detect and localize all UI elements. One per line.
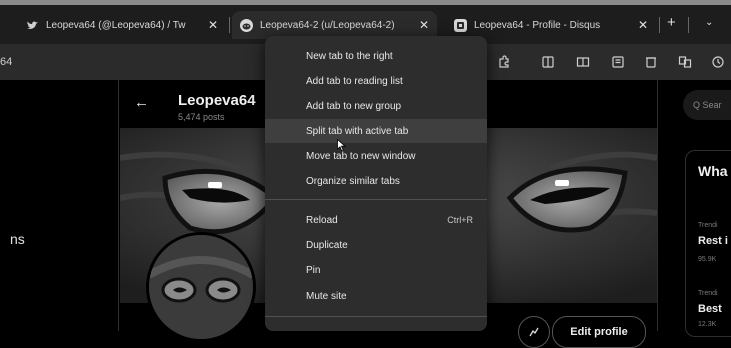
menu-item-label: Mute site (306, 290, 347, 302)
menu-item-label: New tab to the right (306, 50, 393, 62)
back-arrow-icon[interactable]: ← (134, 94, 149, 111)
menu-item-label: Organize similar tabs (306, 175, 400, 187)
collections-icon[interactable] (643, 54, 659, 70)
trend-count: 95.9K (698, 256, 717, 263)
menu-item-pin[interactable]: Pin (265, 258, 487, 282)
disqus-icon (454, 18, 467, 32)
tab-divider (659, 17, 660, 33)
menu-item-add-to-new-group[interactable]: Add tab to new group (265, 94, 487, 118)
menu-item-shortcut: Ctrl+R (447, 215, 473, 225)
menu-item-duplicate[interactable]: Duplicate (265, 233, 487, 257)
menu-item-label: Pin (306, 264, 321, 276)
trend-title[interactable]: Best (698, 303, 722, 315)
tab-twitter[interactable]: Leopeva64 (@Leopeva64) / Tw ✕ (4, 11, 226, 39)
trend-count: 12.3K (698, 321, 717, 328)
menu-item-label: Split tab with active tab (306, 125, 409, 137)
tab-close-icon[interactable]: ✕ (208, 18, 218, 32)
tab-divider (229, 17, 230, 33)
trend-category: Trendi (698, 290, 718, 297)
window-top-edge (0, 0, 731, 5)
left-nav-item[interactable]: ns (10, 231, 25, 247)
extensions-icon[interactable] (496, 54, 512, 70)
trends-heading: Wha (698, 163, 728, 179)
reading-view-icon[interactable] (575, 54, 591, 70)
split-screen-icon[interactable] (540, 54, 556, 70)
menu-item-new-tab-right[interactable]: New tab to the right (265, 44, 487, 68)
profile-avatar[interactable] (146, 232, 256, 342)
tab-reddit[interactable]: Leopeva64-2 (u/Leopeva64-2) ✕ (232, 11, 437, 39)
tab-search-icon[interactable]: ⌄ (705, 17, 713, 28)
left-nav-border (118, 80, 119, 331)
tab-close-icon[interactable]: ✕ (638, 18, 648, 32)
trend-category: Trendi (698, 222, 718, 229)
menu-separator (265, 199, 487, 200)
history-icon[interactable] (710, 54, 726, 70)
tab-disqus[interactable]: Leopeva64 - Profile - Disqus ✕ (446, 11, 656, 39)
tab-title: Leopeva64-2 (u/Leopeva64-2) (260, 19, 395, 31)
reddit-icon (240, 18, 253, 32)
tab-context-menu: New tab to the right Add tab to reading … (265, 36, 487, 331)
address-bar[interactable]: 64 (0, 56, 12, 68)
tab-title: Leopeva64 (@Leopeva64) / Tw (46, 19, 186, 31)
menu-item-label: Duplicate (306, 239, 348, 251)
menu-item-reload[interactable]: Reload Ctrl+R (265, 208, 487, 232)
right-column-border (657, 80, 658, 331)
menu-separator (265, 316, 487, 317)
tab-close-icon[interactable]: ✕ (419, 18, 429, 32)
menu-item-label: Add tab to reading list (306, 75, 403, 87)
favorites-icon[interactable] (610, 54, 626, 70)
menu-item-mute-site[interactable]: Mute site (265, 284, 487, 308)
search-input[interactable]: Q Sear (683, 90, 731, 120)
menu-item-move-to-new-window[interactable]: Move tab to new window (265, 144, 487, 168)
mouse-cursor-icon (337, 139, 346, 152)
menu-item-split-tab[interactable]: Split tab with active tab (265, 119, 487, 143)
menu-item-organize-similar-tabs[interactable]: Organize similar tabs (265, 169, 487, 193)
menu-item-label: Move tab to new window (306, 150, 416, 162)
menu-item-add-to-reading-list[interactable]: Add tab to reading list (265, 69, 487, 93)
tab-title: Leopeva64 - Profile - Disqus (474, 19, 601, 31)
new-tab-icon[interactable]: + (667, 14, 676, 31)
translate-icon[interactable] (677, 54, 693, 70)
edit-profile-button[interactable]: Edit profile (552, 316, 646, 348)
twitter-icon (26, 19, 39, 32)
profile-name: Leopeva64 (178, 92, 256, 109)
analytics-icon[interactable] (518, 316, 550, 348)
menu-item-label: Reload (306, 214, 338, 226)
post-count: 5,474 posts (178, 112, 225, 122)
menu-item-label: Add tab to new group (306, 100, 402, 112)
trend-title[interactable]: Rest i (698, 235, 728, 247)
tab-divider (688, 17, 689, 33)
